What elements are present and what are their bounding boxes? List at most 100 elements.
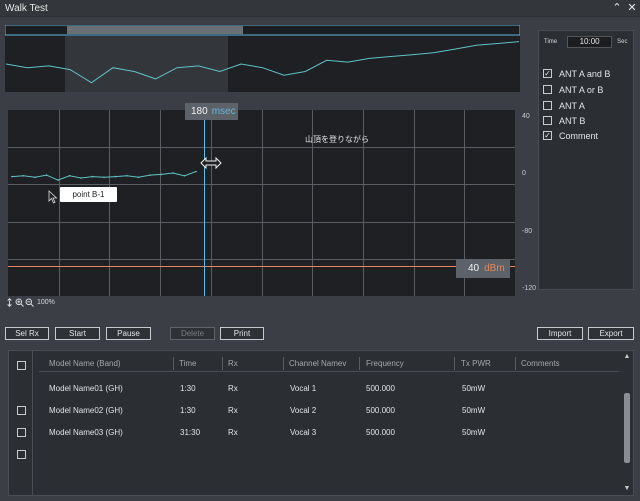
column-header[interactable]: Rx [228,359,238,368]
cell-tx-pwr: 50mW [462,384,486,393]
signal-point [160,173,163,176]
column-header[interactable]: Tx PWR [461,359,491,368]
cell-tx-pwr: 50mW [462,406,486,415]
overview-svg [5,25,520,92]
export-button[interactable]: Export [588,327,634,340]
mouse-pointer-icon [48,190,58,204]
signal-point [149,174,151,176]
collapse-icon[interactable]: ⌃ [610,1,624,15]
option-checkbox[interactable] [543,85,552,94]
point-callout: point B-1 [60,187,117,202]
cell-channel: Vocal 2 [290,406,317,415]
row-checkbox[interactable] [17,450,26,459]
row-checkbox[interactable] [17,406,26,415]
cell-time: 1:30 [180,384,196,393]
column-header[interactable]: Model Name (Band) [49,359,121,368]
zoom-in-icon[interactable] [15,298,24,307]
print-button[interactable]: Print [220,327,264,340]
overview-selection-window[interactable] [65,36,228,92]
signal-point [68,175,71,177]
column-divider[interactable] [454,357,455,370]
time-setting: Time 10:00 Sec [544,36,627,48]
option-ant-a-and-b[interactable]: ✓ ANT A and B [543,68,610,79]
time-marker-badge[interactable]: 180 msec [185,103,238,120]
y-tick-label: -120 [522,285,537,292]
column-divider[interactable] [515,357,516,370]
overview-selection-bar[interactable] [67,26,243,34]
time-input[interactable]: 10:00 [567,36,613,48]
signal-point [126,175,128,177]
option-checkbox[interactable] [543,116,552,125]
time-label: Time [544,39,558,45]
option-label: ANT B [559,115,586,126]
signal-point [183,175,186,177]
zoom-controls: 100% [5,297,55,307]
signal-point [137,176,140,179]
option-checkbox[interactable]: ✓ [543,69,552,78]
chart-svg [8,110,515,296]
column-divider[interactable] [283,357,284,370]
level-marker-badge[interactable]: 40 dBm [456,259,510,278]
table-scrollbar[interactable]: ▲ ▼ [623,353,631,493]
close-icon[interactable]: ✕ [625,1,639,15]
zoom-level: 100% [37,298,55,306]
column-divider[interactable] [359,357,360,370]
signal-point [45,174,48,176]
signal-chart[interactable] [8,110,515,296]
scroll-down-icon[interactable]: ▼ [623,485,631,493]
results-table: Model Name (Band) Time Rx Channel Namev … [8,350,634,496]
option-ant-a[interactable]: ANT A [543,100,585,111]
column-divider[interactable] [173,357,174,370]
title-bar: Walk Test ⌃ ✕ [0,0,640,17]
row-checkbox[interactable] [17,428,26,437]
zoom-out-icon[interactable] [25,298,34,307]
signal-point [80,177,82,179]
column-divider[interactable] [222,357,223,370]
column-header[interactable]: Time [179,359,196,368]
pause-button[interactable]: Pause [106,327,151,340]
signal-point [195,170,197,173]
option-checkbox[interactable]: ✓ [543,131,552,140]
cell-rx: Rx [228,384,238,393]
horizontal-resize-icon[interactable] [200,156,222,170]
delete-button[interactable]: Delete [170,327,215,340]
y-tick-label: -80 [522,228,533,235]
option-comment[interactable]: ✓ Comment [543,130,598,141]
option-label: Comment [559,130,599,141]
option-checkbox[interactable] [543,101,552,110]
column-header[interactable]: Frequency [366,359,404,368]
cell-channel: Vocal 1 [290,384,317,393]
signal-point [103,176,105,179]
y-tick-label: 40 [522,113,530,120]
start-button[interactable]: Start [55,327,100,340]
cell-frequency: 500.000 [366,384,395,393]
overview-strip[interactable] [5,25,520,92]
cell-time: 31:30 [180,428,201,437]
cell-frequency: 500.000 [366,428,395,437]
signal-trace-line [11,171,197,181]
selection-column [9,351,33,495]
y-tick-label: 0 [522,170,526,177]
fit-height-icon[interactable] [5,297,14,307]
select-all-checkbox[interactable] [17,361,26,370]
option-label: ANT A and B [559,68,611,79]
option-ant-a-or-b[interactable]: ANT A or B [543,84,603,95]
signal-point [22,175,25,177]
scroll-up-icon[interactable]: ▲ [623,353,631,361]
cell-rx: Rx [228,428,238,437]
window-title: Walk Test [5,3,48,14]
level-marker-value: 40 [468,263,480,274]
scroll-thumb[interactable] [624,393,630,463]
sel-rx-button[interactable]: Sel Rx [5,327,49,340]
option-label: ANT A or B [559,84,604,95]
time-marker-value: 180 [191,106,208,117]
display-options-panel: Time 10:00 Sec ✓ ANT A and B ANT A or B … [538,30,634,290]
cell-frequency: 500.000 [366,406,395,415]
cell-tx-pwr: 50mW [462,428,486,437]
option-ant-b[interactable]: ANT B [543,115,585,126]
column-header[interactable]: Channel Namev [289,359,346,368]
import-button[interactable]: Import [537,327,583,340]
signal-point [172,172,174,174]
column-header[interactable]: Comments [521,359,560,368]
cell-time: 1:30 [180,406,196,415]
